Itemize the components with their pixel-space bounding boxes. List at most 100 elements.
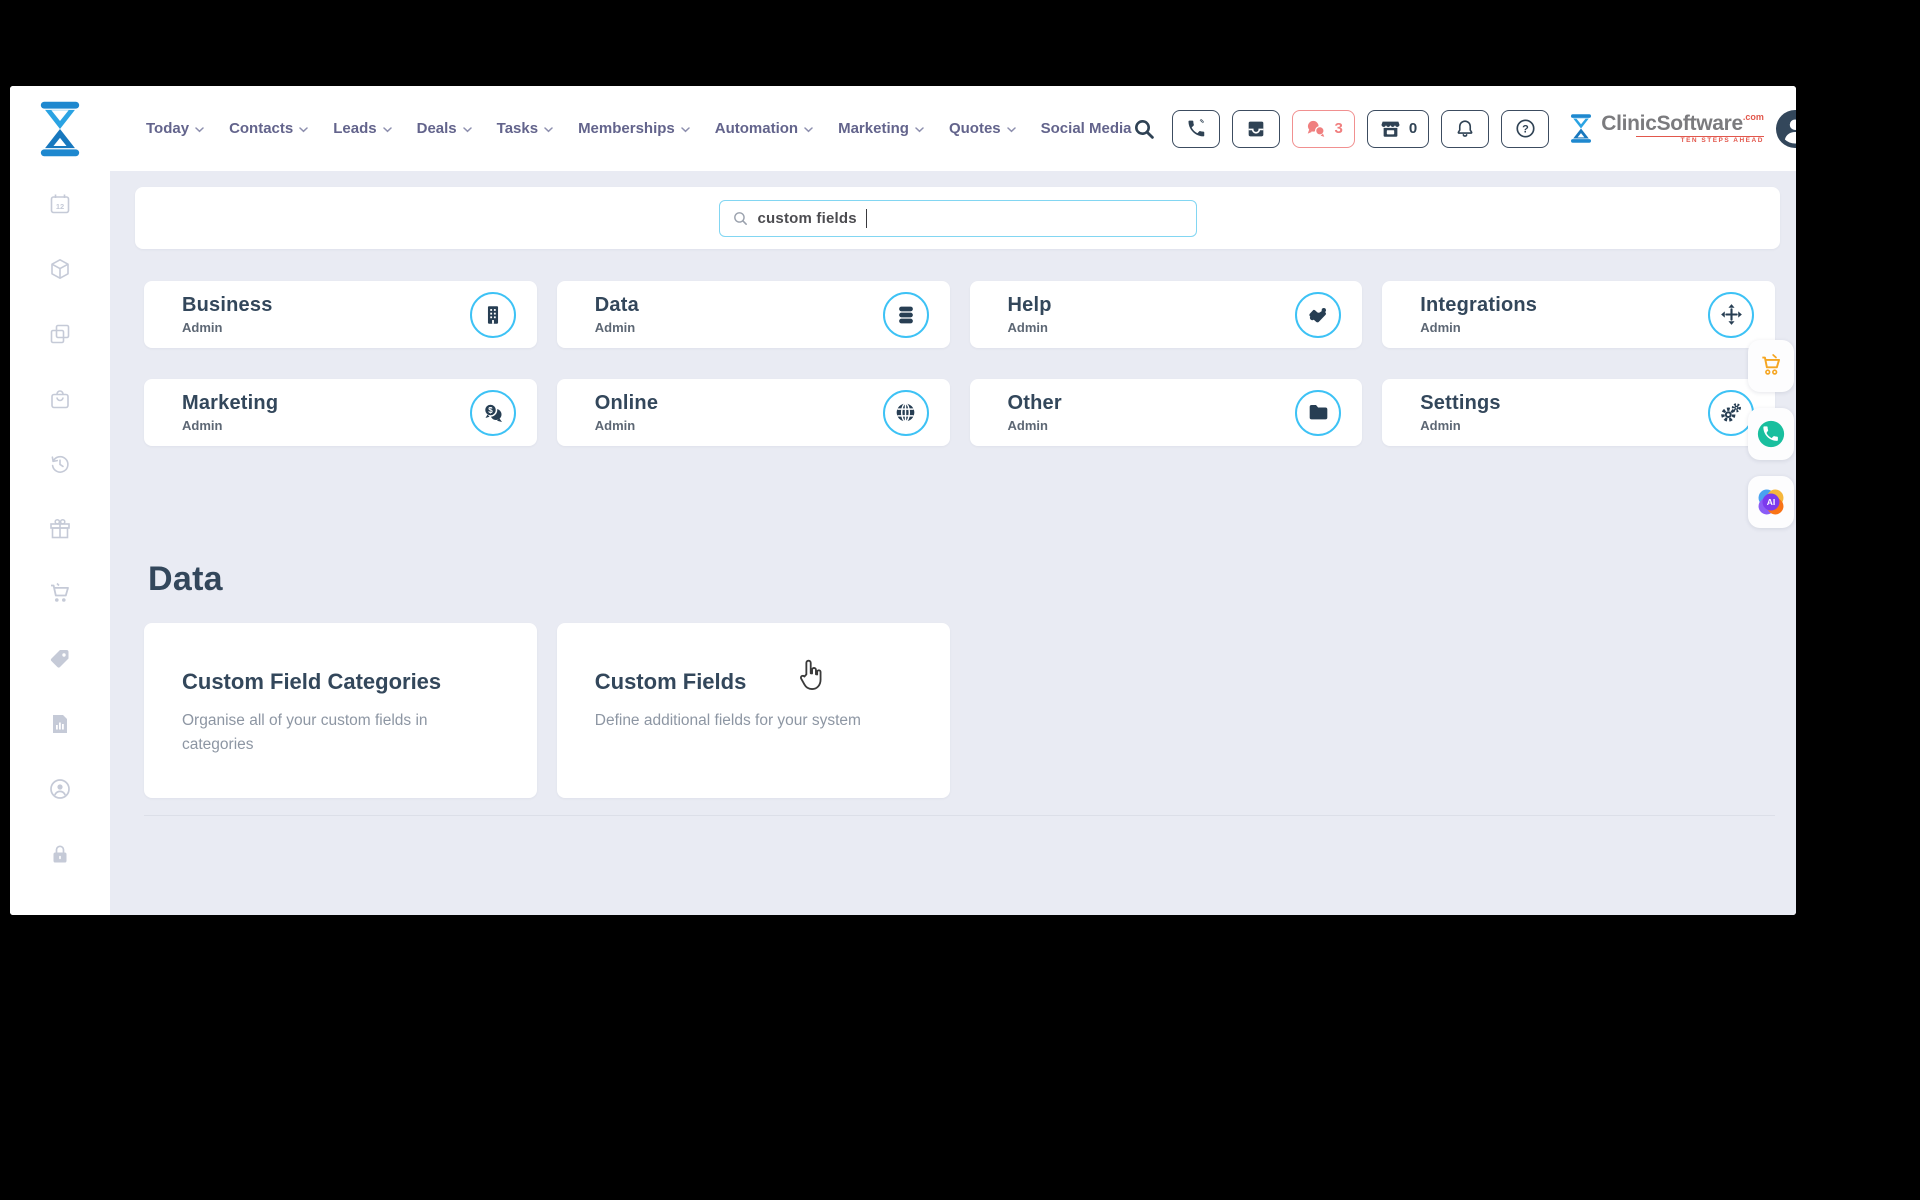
globe-icon (882, 389, 929, 436)
category-card-integrations[interactable]: Integrations Admin (1382, 281, 1775, 348)
result-title: Custom Fields (594, 669, 747, 694)
svg-text:?: ? (1522, 123, 1529, 135)
result-description: Define additional fields for your system (594, 712, 861, 729)
search-band: custom fields (135, 187, 1780, 249)
category-card-settings[interactable]: Settings Admin (1382, 379, 1775, 446)
category-title: Marketing (182, 392, 279, 414)
hourglass-logo-icon (1571, 114, 1592, 143)
gift-icon[interactable] (48, 517, 72, 541)
nav-label: Today (146, 120, 190, 137)
move-arrows-icon (1708, 291, 1754, 338)
chevron-down-icon (382, 126, 392, 132)
dollar-chat-icon: $ (469, 389, 516, 436)
account-icon[interactable] (48, 777, 72, 801)
nav-label: Automation (714, 120, 799, 137)
chevron-down-icon (195, 126, 204, 132)
handshake-icon (1295, 291, 1342, 338)
nav-label: Social Media (1040, 120, 1132, 137)
category-title: Data (594, 294, 639, 316)
brand-logo[interactable]: ClinicSoftware.com TEN STEPS AHEAD (1569, 112, 1764, 145)
database-icon (882, 291, 929, 338)
report-icon[interactable] (48, 712, 72, 736)
chat-count-badge: 3 (1334, 120, 1343, 137)
category-title: Integrations (1420, 294, 1538, 316)
result-description: Organise all of your custom fields in ca… (182, 712, 428, 754)
chevron-down-icon (462, 126, 472, 132)
app-logo[interactable] (10, 100, 110, 158)
phone-button[interactable] (1171, 109, 1220, 148)
nav-label: Memberships (578, 120, 675, 137)
category-grid: Business Admin Data Admin Help Admin Integr… (144, 281, 1775, 446)
nav-item-today[interactable]: Today (146, 120, 204, 137)
category-card-help[interactable]: Help Admin (969, 281, 1363, 348)
nav-item-automation[interactable]: Automation (715, 120, 813, 137)
category-card-other[interactable]: Other Admin (969, 379, 1363, 446)
category-subtitle: Admin (182, 320, 223, 335)
history-icon[interactable] (48, 452, 72, 476)
left-sidebar: 12 (10, 171, 110, 915)
cart-icon[interactable] (48, 582, 72, 606)
nav-label: Quotes (948, 120, 1001, 137)
building-icon (469, 291, 516, 338)
category-card-marketing[interactable]: Marketing Admin $ (144, 379, 537, 446)
chat-button[interactable]: 3 (1291, 109, 1355, 148)
category-subtitle: Admin (594, 320, 636, 335)
inbox-icon (1248, 121, 1263, 136)
module-search-input[interactable]: custom fields (718, 199, 1197, 237)
results-section-heading: Data (148, 560, 223, 598)
result-card-custom-fields[interactable]: Custom Fields Define additional fields f… (556, 623, 950, 798)
category-title: Other (1007, 392, 1062, 414)
nav-item-quotes[interactable]: Quotes (949, 120, 1016, 137)
category-card-online[interactable]: Online Admin (556, 379, 950, 446)
main-navigation: Today Contacts Leads Deals Tasks Members… (146, 120, 1132, 137)
brand-text: ClinicSoftware.com TEN STEPS AHEAD (1601, 112, 1764, 145)
category-subtitle: Admin (182, 418, 223, 433)
notifications-button[interactable] (1441, 109, 1490, 148)
nav-item-marketing[interactable]: Marketing (838, 120, 924, 137)
nav-label: Deals (416, 120, 457, 137)
chevron-down-icon (299, 126, 308, 132)
topbar-actions: 3 0 ? ClinicSoftware.com TEN STEPS AHEAD (1132, 109, 1796, 148)
search-value: custom fields (757, 209, 857, 227)
cart-float-button[interactable] (1748, 340, 1794, 392)
svg-text:$: $ (488, 405, 493, 414)
ai-icon: AI (1758, 489, 1784, 515)
category-card-business[interactable]: Business Admin (144, 281, 537, 348)
cart-icon (1762, 354, 1780, 375)
nav-item-contacts[interactable]: Contacts (229, 120, 308, 137)
main-content: custom fields Business Admin Data Admin He… (110, 171, 1796, 915)
whatsapp-float-button[interactable] (1748, 408, 1794, 460)
nav-item-leads[interactable]: Leads (333, 120, 392, 137)
user-icon (1784, 119, 1796, 143)
category-subtitle: Admin (1420, 418, 1461, 433)
ai-assistant-float-button[interactable]: AI (1748, 476, 1794, 528)
copy-icon[interactable] (48, 322, 72, 346)
hourglass-logo-icon (40, 101, 80, 156)
store-button[interactable]: 0 (1366, 109, 1430, 148)
calendar-icon[interactable]: 12 (48, 192, 72, 216)
category-card-data[interactable]: Data Admin (556, 281, 950, 348)
chevron-down-icon (681, 126, 690, 132)
lock-icon[interactable] (48, 842, 72, 866)
svg-text:12: 12 (56, 202, 64, 211)
section-divider (144, 815, 1775, 816)
result-card-custom-field-categories[interactable]: Custom Field Categories Organise all of … (144, 623, 537, 798)
svg-text:AI: AI (1767, 497, 1776, 507)
package-icon[interactable] (48, 257, 72, 281)
user-avatar[interactable] (1775, 109, 1796, 148)
nav-item-tasks[interactable]: Tasks (497, 120, 553, 137)
shopping-bag-icon[interactable] (48, 387, 72, 411)
folder-icon (1295, 389, 1342, 436)
help-button[interactable]: ? (1501, 109, 1550, 148)
nav-item-social-media[interactable]: Social Media (1041, 120, 1132, 137)
question-icon: ? (1516, 119, 1535, 138)
tag-icon[interactable] (48, 647, 72, 671)
phone-icon (1188, 119, 1205, 137)
text-caret (865, 208, 868, 228)
inbox-button[interactable] (1231, 109, 1280, 148)
nav-item-deals[interactable]: Deals (417, 120, 472, 137)
category-subtitle: Admin (1007, 418, 1048, 433)
nav-item-memberships[interactable]: Memberships (578, 120, 690, 137)
search-icon[interactable] (1132, 117, 1156, 141)
results-grid: Custom Field Categories Organise all of … (144, 623, 1775, 798)
